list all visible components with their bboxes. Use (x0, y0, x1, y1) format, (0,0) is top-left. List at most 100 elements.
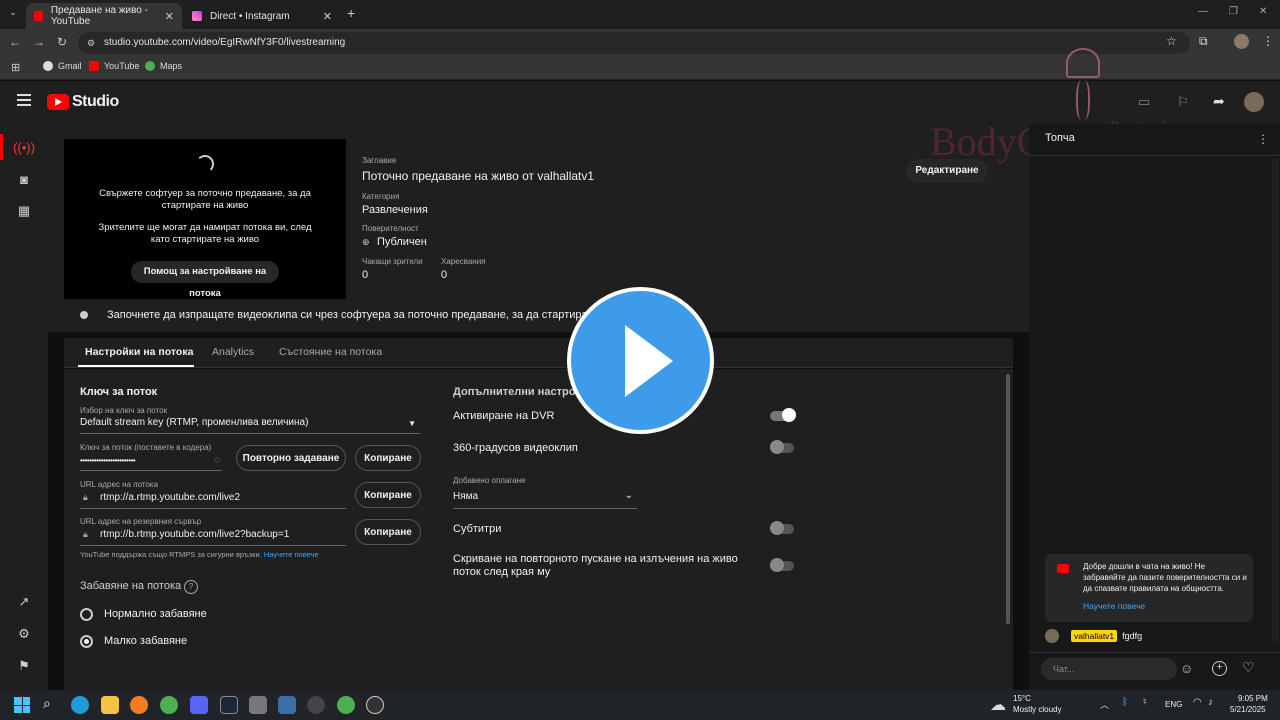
stream-help-button[interactable]: Помощ за настройване на потока (131, 261, 279, 299)
profile-avatar-icon[interactable] (1234, 34, 1249, 49)
sponsor-select[interactable]: Няма ⌄ (453, 490, 637, 509)
subtitles-toggle[interactable] (770, 521, 794, 535)
welcome-learn-more-link[interactable]: Научете повече (1083, 601, 1145, 611)
stream-title: Поточно предаване на живо от valhallatv1 (362, 169, 595, 183)
tab-youtube[interactable]: Предаване на живо - YouTube ✕ (26, 3, 182, 29)
stream-icon[interactable]: ((•)) (13, 137, 35, 157)
chat-title[interactable]: Топча (1045, 132, 1075, 144)
stream-key-select[interactable]: Default stream key (RTMP, променлива вел… (80, 417, 420, 434)
back-icon[interactable]: ← (9, 35, 21, 49)
copy-key-button[interactable]: Копиране (355, 445, 421, 471)
volume-icon[interactable]: ♪ (1208, 697, 1213, 708)
url-field[interactable]: ⚙ studio.youtube.com/video/EgIRwNfY3F0/l… (78, 32, 1190, 54)
bluetooth-icon[interactable]: ᛒ (1122, 697, 1128, 708)
app-icon[interactable] (249, 696, 267, 714)
edge-icon[interactable] (71, 696, 89, 714)
discord-icon[interactable] (190, 696, 208, 714)
webcam-icon[interactable]: ◙ (14, 169, 34, 189)
file-explorer-icon[interactable] (101, 696, 119, 714)
heart-icon[interactable]: ♡ (1242, 659, 1255, 676)
wifi-icon[interactable]: ◠ (1193, 697, 1202, 708)
bookmark-star-icon[interactable]: ☆ (1166, 34, 1177, 48)
app-icon-2[interactable] (278, 696, 296, 714)
video360-toggle[interactable] (770, 440, 794, 454)
stream-url-field: 🔒︎ rtmp://a.rtmp.youtube.com/live2 (80, 492, 346, 509)
clock-time[interactable]: 9:05 PM (1238, 694, 1268, 703)
youtube-favicon-icon (34, 11, 43, 21)
start-windows-icon[interactable] (14, 697, 30, 713)
tab-analytics[interactable]: Analytics (212, 346, 254, 358)
close-tab-icon[interactable]: ✕ (165, 10, 174, 23)
close-window-icon[interactable]: ✕ (1259, 6, 1267, 17)
search-icon[interactable]: ⌕ (43, 695, 51, 712)
tab-stream-health[interactable]: Състояние на потока (279, 346, 382, 358)
close-tab-icon[interactable]: ✕ (323, 10, 332, 23)
apps-grid-icon[interactable]: ⊞ (11, 61, 20, 74)
key-select-label: Избор на ключ за поток (80, 406, 168, 415)
preview-message-2: Зрителите ще могат да намират потока ви,… (98, 222, 312, 245)
calendar-icon[interactable]: ▦ (14, 201, 34, 221)
language-indicator[interactable]: ENG (1165, 700, 1182, 709)
copy-url-button[interactable]: Копиране (355, 482, 421, 508)
stream-key-input[interactable]: •••••••••••••••••••••••• ◌ (80, 455, 222, 471)
chat-menu-icon[interactable]: ⋮ (1257, 132, 1269, 146)
bookmark-gmail[interactable]: Gmail (43, 61, 82, 71)
visibility-off-icon[interactable]: ◌ (214, 455, 220, 466)
likes-value: 0 (441, 269, 448, 281)
likes-label: Харесвания (441, 257, 486, 266)
new-tab-icon[interactable]: + (347, 5, 355, 21)
title-label: Заглавие (362, 156, 397, 165)
external-link-icon[interactable]: ↗ (14, 592, 34, 612)
restore-icon[interactable]: ❐ (1229, 6, 1238, 17)
clock-date[interactable]: 5/21/2025 (1230, 705, 1266, 714)
instagram-favicon-icon (192, 11, 202, 21)
studio-logo[interactable]: Studio (47, 93, 119, 111)
backup-url-field: 🔒︎ rtmp://b.rtmp.youtube.com/live2?backu… (80, 529, 346, 546)
hamburger-menu-icon[interactable] (17, 94, 31, 106)
site-info-icon[interactable]: ⚙ (87, 32, 95, 54)
forward-icon[interactable]: → (33, 35, 45, 49)
rtmps-learn-more-link[interactable]: Научете повече (264, 550, 319, 559)
bookmark-flag-icon[interactable]: ⚐ (1177, 94, 1189, 110)
browser-menu-icon[interactable]: ⋮ (1262, 34, 1274, 48)
main-scrollbar[interactable] (1006, 374, 1010, 624)
chrome-icon[interactable] (160, 696, 178, 714)
copy-backup-button[interactable]: Копиране (355, 519, 421, 545)
app-icon-3[interactable] (307, 696, 325, 714)
chrome-icon-2[interactable] (337, 696, 355, 714)
steam-icon[interactable] (220, 696, 238, 714)
reload-icon[interactable]: ↻ (57, 35, 67, 49)
avast-icon[interactable] (130, 696, 148, 714)
feedback-icon[interactable]: ⚑ (14, 656, 34, 676)
latency-help-icon[interactable]: ? (184, 580, 198, 594)
account-avatar[interactable] (1244, 92, 1264, 112)
weather-cloud-icon[interactable]: ☁ (990, 695, 1006, 715)
mic-icon[interactable]: ♮ (1143, 697, 1147, 708)
category-label: Категория (362, 192, 400, 201)
hide-replay-toggle[interactable] (770, 558, 794, 572)
popout-icon[interactable]: ▭ (1138, 94, 1150, 110)
add-icon[interactable]: + (1212, 661, 1227, 676)
play-overlay-icon[interactable] (567, 287, 714, 434)
bookmark-youtube[interactable]: YouTube (89, 61, 139, 71)
latency-normal-radio[interactable] (80, 608, 93, 621)
emoji-icon[interactable]: ☺ (1180, 661, 1193, 676)
extensions-icon[interactable]: ⧉ (1199, 34, 1208, 49)
tab-search-icon[interactable]: ⌄ (6, 7, 20, 21)
latency-low-radio[interactable] (80, 635, 93, 648)
status-message: Започнете да изпращате видеоклипа си чре… (107, 309, 599, 321)
settings-gear-icon[interactable]: ⚙ (14, 624, 34, 644)
share-icon[interactable]: ➦ (1213, 93, 1225, 110)
obs-icon[interactable] (366, 696, 384, 714)
tab-stream-settings[interactable]: Настройки на потока (85, 346, 193, 358)
chat-author-badge[interactable]: valhallatv1 (1071, 630, 1118, 642)
tray-chevron-icon[interactable]: ︿ (1100, 698, 1109, 711)
chat-scrollbar[interactable] (1272, 158, 1278, 643)
stream-key-title: Ключ за поток (80, 386, 158, 398)
tab-instagram[interactable]: Direct • Instagram ✕ (184, 3, 340, 29)
chat-input[interactable]: Чат... (1041, 658, 1177, 680)
dvr-toggle[interactable] (770, 408, 796, 422)
minimize-icon[interactable]: — (1198, 6, 1208, 17)
bookmark-maps[interactable]: Maps (145, 61, 182, 71)
reset-key-button[interactable]: Повторно задаване (236, 445, 346, 471)
